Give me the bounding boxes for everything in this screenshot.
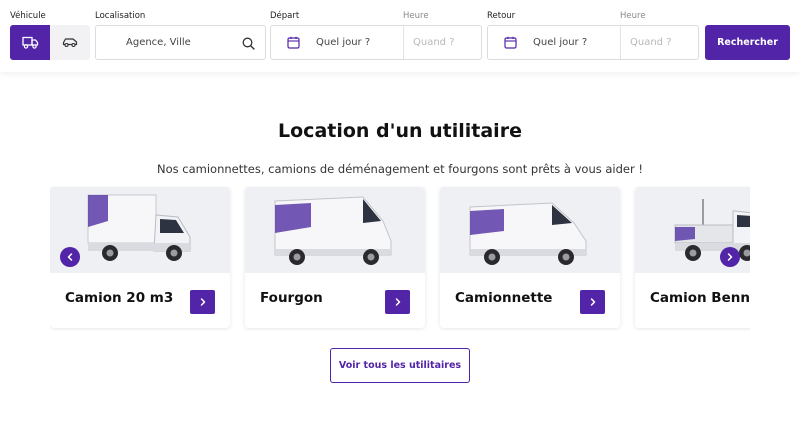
departure-time-label: Heure <box>403 11 429 21</box>
view-all-vehicles-button[interactable]: Voir tous les utilitaires <box>330 348 470 383</box>
departure-field: Quel jour ? Quand ? <box>270 25 482 60</box>
departure-label: Départ <box>270 11 300 21</box>
return-field: Quel jour ? Quand ? <box>487 25 699 60</box>
vehicle-image-high-roof-van <box>245 187 425 273</box>
chevron-left-icon <box>67 253 73 261</box>
calendar-icon <box>287 36 300 49</box>
vehicle-card-arrow-button[interactable] <box>385 290 410 314</box>
vehicle-card[interactable]: Camionnette <box>440 187 620 328</box>
location-input[interactable]: Agence, Ville <box>95 25 266 60</box>
chevron-right-icon <box>395 298 400 306</box>
return-time-label: Heure <box>620 11 646 21</box>
vehicle-card-title: Fourgon <box>260 290 323 306</box>
return-label: Retour <box>487 11 516 21</box>
search-button[interactable]: Rechercher <box>705 25 790 60</box>
chevron-right-icon <box>200 298 205 306</box>
departure-date-input[interactable]: Quel jour ? <box>316 37 370 48</box>
vehicle-card-title: Camion Benne <box>650 290 750 306</box>
vehicle-image-van <box>440 187 620 273</box>
chevron-right-icon <box>727 253 733 261</box>
page-subtitle: Nos camionnettes, camions de déménagemen… <box>157 162 643 176</box>
location-placeholder: Agence, Ville <box>126 37 191 48</box>
vehicle-carousel: Camion 20 m3 Fourgon Camionnette Camion … <box>50 186 750 331</box>
vehicle-option-car[interactable] <box>50 25 90 60</box>
car-icon <box>62 38 78 48</box>
vehicle-card-title: Camion 20 m3 <box>65 290 174 306</box>
vehicle-card-arrow-button[interactable] <box>580 290 605 314</box>
field-divider <box>403 26 404 59</box>
vehicle-card-arrow-button[interactable] <box>190 290 215 314</box>
vehicle-option-truck[interactable] <box>10 25 50 60</box>
field-divider <box>620 26 621 59</box>
calendar-icon <box>504 36 517 49</box>
page-title: Location d'un utilitaire <box>278 120 522 142</box>
carousel-prev-button[interactable] <box>60 247 80 267</box>
search-icon <box>242 37 255 50</box>
vehicle-type-toggle <box>10 25 90 60</box>
vehicle-label: Véhicule <box>10 11 46 21</box>
return-date-input[interactable]: Quel jour ? <box>533 37 587 48</box>
carousel-next-button[interactable] <box>720 247 740 267</box>
return-time-input[interactable]: Quand ? <box>630 37 672 48</box>
departure-time-input[interactable]: Quand ? <box>413 37 455 48</box>
search-bar: Véhicule Localisation Agence, Ville Dépa… <box>0 0 800 72</box>
vehicle-card-title: Camionnette <box>455 290 553 306</box>
truck-icon <box>21 36 38 49</box>
chevron-right-icon <box>590 298 595 306</box>
location-label: Localisation <box>95 11 146 21</box>
vehicle-card[interactable]: Fourgon <box>245 187 425 328</box>
